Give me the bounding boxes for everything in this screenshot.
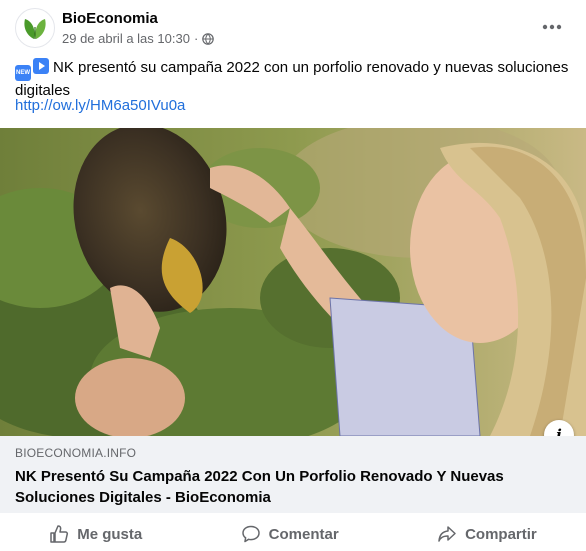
more-options-button[interactable] (534, 14, 570, 40)
globe-icon (202, 32, 215, 45)
thumbs-up-icon (50, 525, 69, 543)
new-icon: NEW (15, 65, 31, 81)
post-timestamp[interactable]: 29 de abril a las 10:30 (62, 31, 190, 46)
comment-icon (241, 525, 260, 543)
link-preview[interactable]: BIOECONOMIA.INFO NK Presentó Su Campaña … (0, 436, 586, 513)
share-label: Compartir (465, 525, 537, 543)
post-header: BioEconomia 29 de abril a las 10:30 · (0, 0, 586, 56)
play-icon (33, 58, 49, 74)
comment-button[interactable]: Comentar (231, 520, 349, 548)
sunflower-photo (0, 128, 586, 436)
leaf-logo-icon (24, 19, 46, 39)
meta-separator: · (193, 31, 199, 46)
ellipsis-icon (542, 24, 562, 30)
like-label: Me gusta (77, 525, 143, 543)
post-message: NK presentó su campaña 2022 con un porfo… (15, 59, 569, 99)
post-meta: 29 de abril a las 10:30 · (62, 31, 215, 46)
share-button[interactable]: Compartir (427, 520, 547, 548)
link-preview-image[interactable] (0, 128, 586, 436)
post-actions: Me gusta Comentar Compartir (0, 517, 586, 551)
share-icon (438, 526, 456, 542)
page-name[interactable]: BioEconomia (62, 10, 158, 27)
comment-label: Comentar (268, 525, 339, 543)
like-button[interactable]: Me gusta (39, 520, 152, 548)
link-domain: BIOECONOMIA.INFO (15, 446, 137, 460)
link-headline[interactable]: NK Presentó Su Campaña 2022 Con Un Porfo… (15, 466, 575, 508)
page-avatar[interactable] (15, 8, 55, 48)
post-link[interactable]: http://ow.ly/HM6a50IVu0a (15, 97, 185, 114)
post-text: NEW NK presentó su campaña 2022 con un po… (15, 58, 575, 101)
